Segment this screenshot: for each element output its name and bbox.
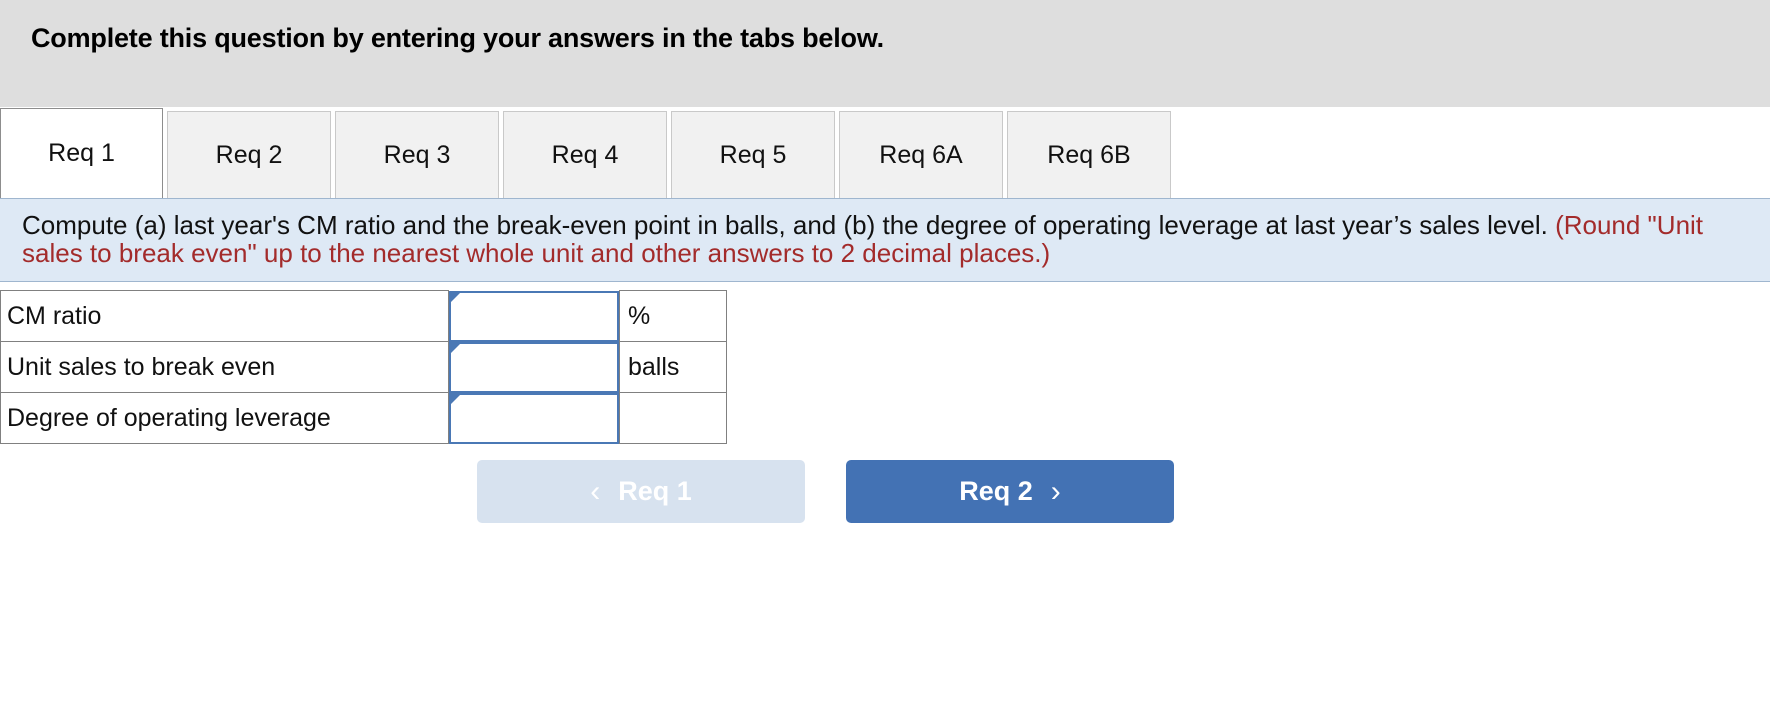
instruction-band: Compute (a) last year's CM ratio and the… xyxy=(0,198,1770,283)
row-label-cm-ratio: CM ratio xyxy=(0,290,449,343)
navigation-row: ‹ Req 1 Req 2 › xyxy=(0,460,1770,524)
tab-req-6a[interactable]: Req 6A xyxy=(839,111,1003,198)
tab-req-5[interactable]: Req 5 xyxy=(671,111,835,198)
input-cell-cm-ratio[interactable] xyxy=(448,290,620,342)
input-box[interactable] xyxy=(449,341,619,393)
tab-label: Req 6A xyxy=(879,140,963,169)
header-banner: Complete this question by entering your … xyxy=(0,0,1770,107)
row-unit-cm-ratio: % xyxy=(619,290,727,343)
cm-ratio-input[interactable] xyxy=(451,292,617,340)
prev-req-label: Req 1 xyxy=(618,476,692,507)
table-row: Unit sales to break even balls xyxy=(0,341,727,394)
tab-label: Req 1 xyxy=(48,139,115,167)
tab-label: Req 3 xyxy=(383,140,451,169)
tab-req-6b[interactable]: Req 6B xyxy=(1007,111,1171,198)
tab-label: Req 2 xyxy=(215,140,283,169)
chevron-right-icon: › xyxy=(1050,474,1061,508)
prev-req-button[interactable]: ‹ Req 1 xyxy=(477,460,805,524)
tab-strip: Req 1 Req 2 Req 3 Req 4 Req 5 Req 6A Req… xyxy=(0,107,1770,198)
tab-label: Req 5 xyxy=(719,140,787,169)
tab-label: Req 4 xyxy=(551,140,619,169)
tab-label: Req 6B xyxy=(1047,140,1131,169)
input-cell-degree-operating-leverage[interactable] xyxy=(448,392,620,444)
tab-req-1[interactable]: Req 1 xyxy=(0,108,163,198)
input-box[interactable] xyxy=(449,392,619,444)
triangle-marker-icon xyxy=(451,343,460,362)
degree-operating-leverage-input[interactable] xyxy=(451,394,617,442)
chevron-left-icon: ‹ xyxy=(590,474,601,508)
tab-req-3[interactable]: Req 3 xyxy=(335,111,499,198)
table-row: CM ratio % xyxy=(0,290,727,343)
unit-sales-break-even-input[interactable] xyxy=(451,343,617,391)
answer-table: CM ratio % Unit sales to break even ball… xyxy=(0,290,727,445)
row-label-degree-operating-leverage: Degree of operating leverage xyxy=(0,392,449,445)
row-unit-balls: balls xyxy=(619,341,727,394)
row-label-unit-sales-break-even: Unit sales to break even xyxy=(0,341,449,394)
triangle-marker-icon xyxy=(451,394,460,413)
triangle-marker-icon xyxy=(451,292,460,311)
page-title: Complete this question by entering your … xyxy=(31,23,884,53)
row-unit-degree-operating-leverage xyxy=(619,392,727,445)
next-req-label: Req 2 xyxy=(959,476,1033,507)
next-req-button[interactable]: Req 2 › xyxy=(846,460,1174,524)
input-cell-unit-sales-break-even[interactable] xyxy=(448,341,620,393)
tab-req-2[interactable]: Req 2 xyxy=(167,111,331,198)
input-box[interactable] xyxy=(449,290,619,342)
table-row: Degree of operating leverage xyxy=(0,392,727,445)
tab-req-4[interactable]: Req 4 xyxy=(503,111,667,198)
instruction-main: Compute (a) last year's CM ratio and the… xyxy=(22,210,1556,240)
instruction-text: Compute (a) last year's CM ratio and the… xyxy=(22,211,1750,267)
